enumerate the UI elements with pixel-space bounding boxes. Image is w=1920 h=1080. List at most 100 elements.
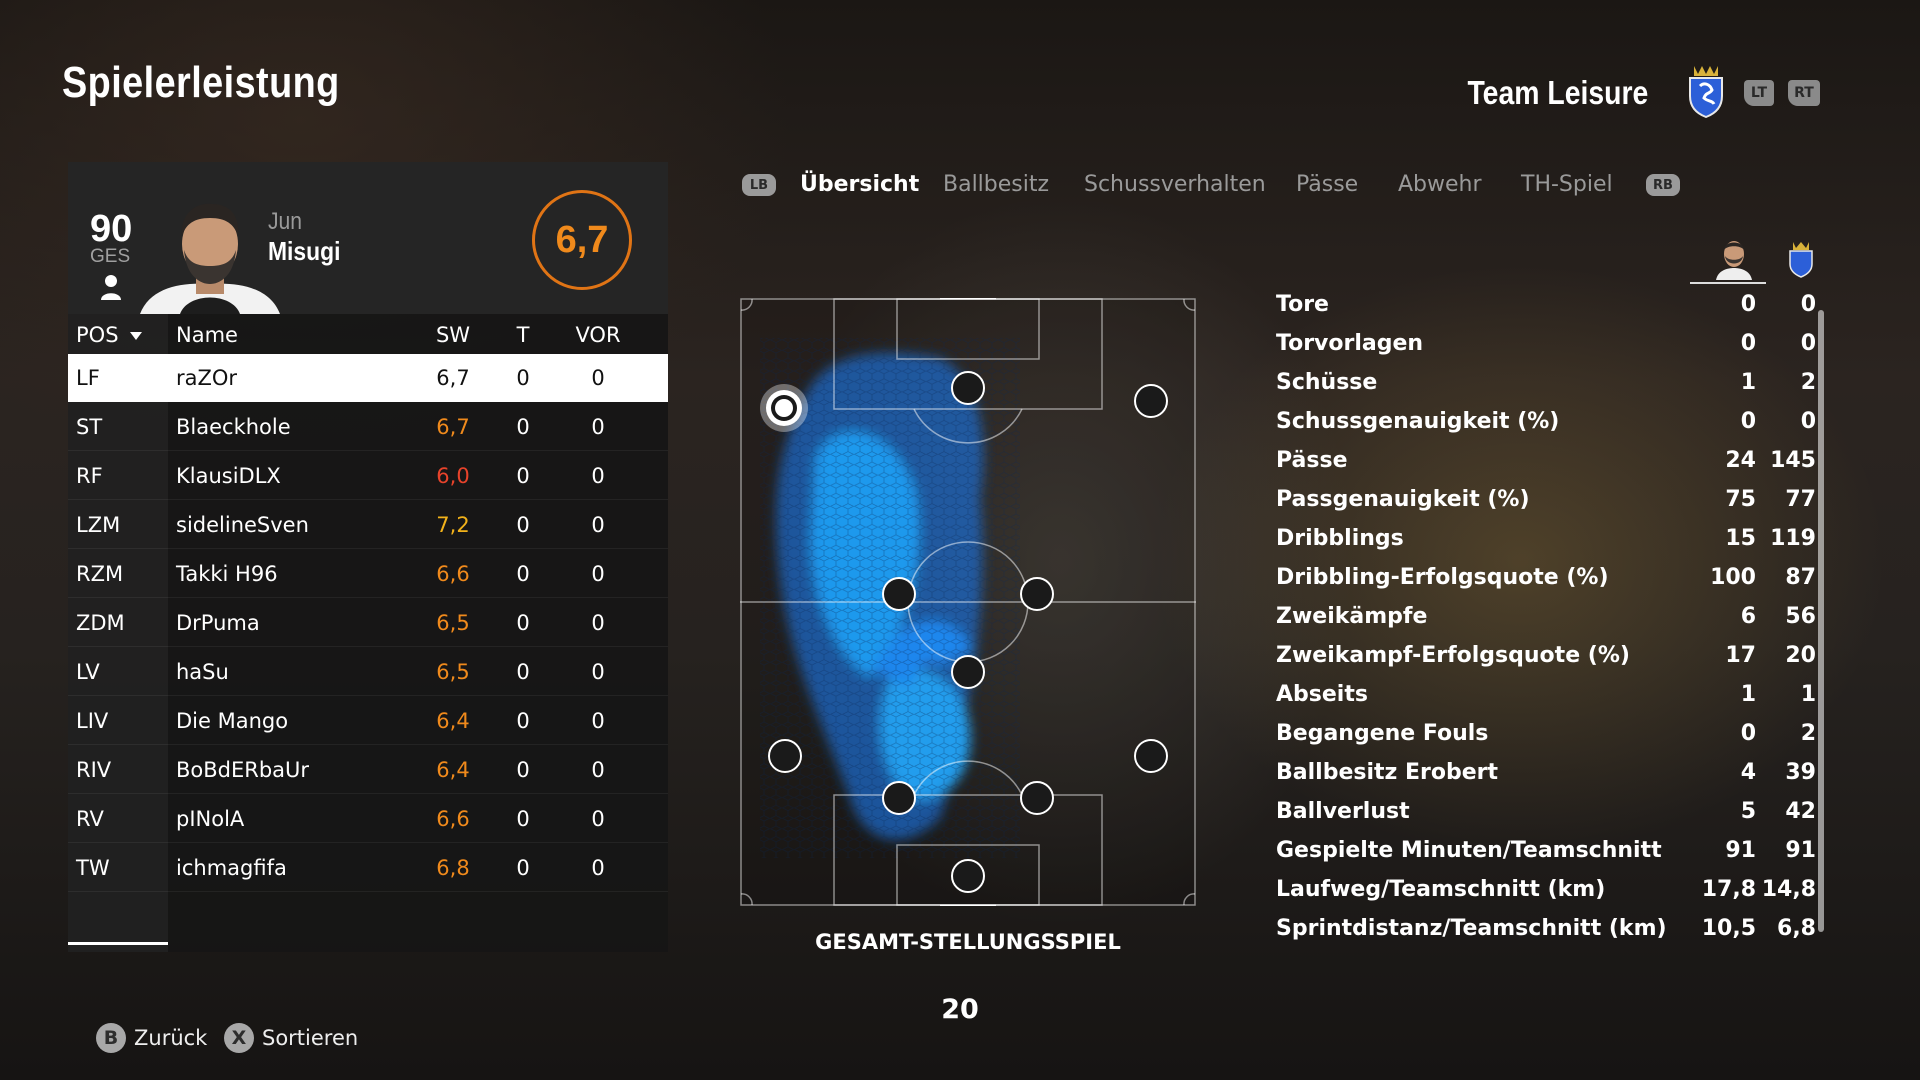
stat-team-value: 0 <box>1800 409 1816 434</box>
stat-player-value: 5 <box>1740 799 1756 824</box>
rt-trigger-button[interactable]: RT <box>1788 80 1820 106</box>
stat-row: Schüsse 1 2 <box>1276 370 1816 409</box>
player-position: ZDM <box>76 611 125 635</box>
player-marker-lf <box>760 384 808 432</box>
tab-uebersicht[interactable]: Übersicht <box>800 172 919 197</box>
stat-player-value: 75 <box>1725 487 1756 512</box>
stat-player-value: 0 <box>1740 292 1756 317</box>
table-row[interactable]: RF KlausiDLX 6,0 0 0 <box>68 452 668 500</box>
stat-team-value: 56 <box>1785 604 1816 629</box>
stat-team-value: 0 <box>1800 292 1816 317</box>
player-assists: 0 <box>591 660 605 684</box>
player-assists: 0 <box>591 513 605 537</box>
sort-down-icon <box>130 332 143 340</box>
tab-schussverhalten[interactable]: Schussverhalten <box>1084 172 1266 197</box>
tab-paesse[interactable]: Pässe <box>1296 172 1358 197</box>
stat-player-value: 1 <box>1740 370 1756 395</box>
player-marker-rzm <box>1020 577 1054 611</box>
player-name: Die Mango <box>176 709 289 733</box>
stat-player-value: 17 <box>1725 643 1756 668</box>
table-row[interactable]: ST Blaeckhole 6,7 0 0 <box>68 403 668 451</box>
player-last-name: Misugi <box>268 236 341 266</box>
rb-bumper-button[interactable]: RB <box>1646 174 1680 196</box>
player-position: RV <box>76 807 104 831</box>
table-row[interactable]: LIV Die Mango 6,4 0 0 <box>68 697 668 745</box>
player-first-name: Jun <box>268 208 303 235</box>
stat-team-value: 2 <box>1800 721 1816 746</box>
player-list-panel: 90 GES Jun Misugi 6,7 POS Name SW T VOR <box>68 162 668 952</box>
table-row[interactable]: LF raZOr 6,7 0 0 <box>68 354 668 402</box>
stat-row: Schussgenauigkeit (%) 0 0 <box>1276 409 1816 448</box>
sort-button[interactable]: X Sortieren <box>224 1022 358 1054</box>
player-goals: 0 <box>516 513 530 537</box>
player-position: LIV <box>76 709 109 733</box>
page-title: Spielerleistung <box>62 58 340 107</box>
stat-label: Dribblings <box>1276 526 1404 551</box>
tab-ballbesitz[interactable]: Ballbesitz <box>943 172 1049 197</box>
stat-team-value: 145 <box>1770 448 1816 473</box>
player-name: DrPuma <box>176 611 260 635</box>
stat-label: Tore <box>1276 292 1329 317</box>
player-marker-lzm <box>882 577 916 611</box>
table-row[interactable]: RZM Takki H96 6,6 0 0 <box>68 550 668 598</box>
stats-scrollbar[interactable] <box>1818 310 1824 932</box>
stat-row: Zweikämpfe 6 56 <box>1276 604 1816 643</box>
stat-label: Laufweg/Teamschnitt (km) <box>1276 877 1606 902</box>
player-rating: 6,4 <box>436 758 470 782</box>
stat-player-value: 1 <box>1740 682 1756 707</box>
column-header-t[interactable]: T <box>508 323 538 347</box>
column-header-pos[interactable]: POS <box>76 323 143 347</box>
player-goals: 0 <box>516 611 530 635</box>
stat-team-value: 14,8 <box>1761 877 1816 902</box>
position-heatmap-pitch <box>740 298 1196 906</box>
player-name: raZOr <box>176 366 238 390</box>
stat-row: Abseits 1 1 <box>1276 682 1816 721</box>
stat-player-value: 4 <box>1740 760 1756 785</box>
back-button[interactable]: B Zurück <box>96 1022 207 1054</box>
team-name: Team Leisure <box>1467 74 1648 111</box>
stat-row: Pässe 24 145 <box>1276 448 1816 487</box>
stat-label: Schüsse <box>1276 370 1378 395</box>
player-marker-rf <box>1134 384 1168 418</box>
team-crest-icon <box>1689 66 1723 118</box>
table-row[interactable]: LZM sidelineSven 7,2 0 0 <box>68 501 668 549</box>
player-goals: 0 <box>516 758 530 782</box>
stat-row: Zweikampf-Erfolgsquote (%) 17 20 <box>1276 643 1816 682</box>
player-rating: 6,0 <box>436 464 470 488</box>
player-rating: 6,5 <box>436 611 470 635</box>
player-position: LF <box>76 366 100 390</box>
overall-label: GES <box>90 246 131 267</box>
tab-abwehr[interactable]: Abwehr <box>1398 172 1482 197</box>
stat-label: Sprintdistanz/Teamschnitt (km) <box>1276 916 1667 941</box>
table-row[interactable]: ZDM DrPuma 6,5 0 0 <box>68 599 668 647</box>
stat-row: Laufweg/Teamschnitt (km) 17,8 14,8 <box>1276 877 1816 916</box>
lt-trigger-button[interactable]: LT <box>1744 80 1774 106</box>
lb-bumper-button[interactable]: LB <box>742 174 776 196</box>
column-header-sw[interactable]: SW <box>428 323 478 347</box>
player-name: BoBdERbaUr <box>176 758 310 782</box>
stat-label: Dribbling-Erfolgsquote (%) <box>1276 565 1609 590</box>
scroll-indicator <box>68 942 168 945</box>
tab-th-spiel[interactable]: TH-Spiel <box>1521 172 1613 197</box>
stat-player-value: 91 <box>1725 838 1756 863</box>
table-row[interactable]: RIV BoBdERbaUr 6,4 0 0 <box>68 746 668 794</box>
stat-label: Abseits <box>1276 682 1368 707</box>
column-header-vor[interactable]: VOR <box>570 323 626 347</box>
player-name: Blaeckhole <box>176 415 291 439</box>
player-position: LZM <box>76 513 121 537</box>
stat-player-value: 100 <box>1710 565 1756 590</box>
player-column-underline <box>1690 282 1766 284</box>
player-assists: 0 <box>591 366 605 390</box>
stat-label: Zweikämpfe <box>1276 604 1428 629</box>
player-rating: 7,2 <box>436 513 470 537</box>
player-assists: 0 <box>591 856 605 880</box>
stat-team-value: 42 <box>1785 799 1816 824</box>
player-goals: 0 <box>516 415 530 439</box>
table-row[interactable]: TW ichmagfifa 6,8 0 0 <box>68 844 668 892</box>
table-row[interactable]: LV haSu 6,5 0 0 <box>68 648 668 696</box>
player-assists: 0 <box>591 562 605 586</box>
table-row[interactable]: RV pINolA 6,6 0 0 <box>68 795 668 843</box>
column-header-name[interactable]: Name <box>176 323 238 347</box>
player-marker-riv <box>1020 781 1054 815</box>
stat-row: Passgenauigkeit (%) 75 77 <box>1276 487 1816 526</box>
